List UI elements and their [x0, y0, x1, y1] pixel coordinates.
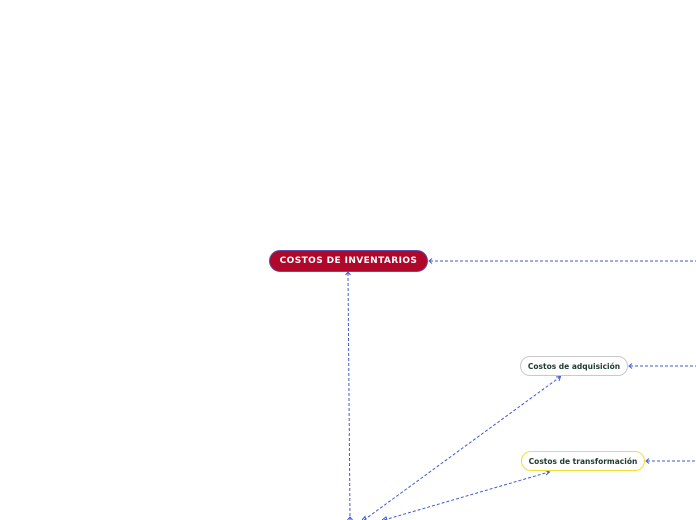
acquisition-costs-label: Costos de adquisición	[527, 361, 621, 371]
connector-hub-acquisition	[363, 376, 561, 520]
arrowhead-transformation	[544, 470, 551, 476]
connector-hub-transformation	[383, 471, 550, 520]
connector-root-hub	[347, 272, 351, 520]
root-topic-label: COSTOS DE INVENTARIOS	[279, 256, 418, 266]
transformation-costs-label: Costos de transformación	[528, 456, 638, 466]
acquisition-costs-node[interactable]: Costos de adquisición	[520, 356, 628, 376]
mind-map-canvas: COSTOS DE INVENTARIOS Costos de adquisic…	[0, 0, 696, 520]
root-topic-node[interactable]: COSTOS DE INVENTARIOS	[269, 250, 428, 272]
transformation-costs-node[interactable]: Costos de transformación	[521, 451, 645, 471]
